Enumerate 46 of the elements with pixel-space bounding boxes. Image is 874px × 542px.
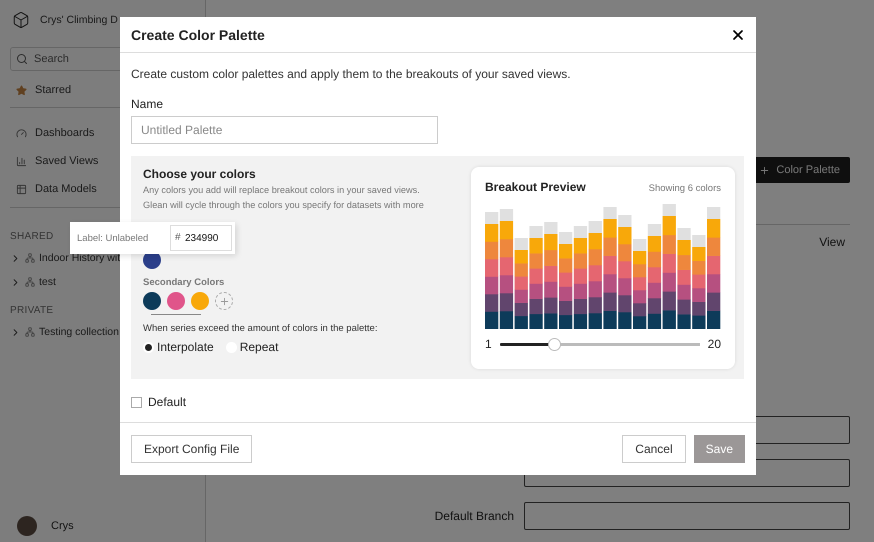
field-label: Default Branch <box>434 509 514 523</box>
collection-icon <box>25 327 35 337</box>
table-icon <box>16 184 27 194</box>
star-icon <box>16 84 27 96</box>
export-button[interactable]: Export Config File <box>131 435 252 463</box>
collection-icon <box>25 253 35 263</box>
tree-item[interactable]: Testing collection <box>10 321 119 343</box>
view-label: View <box>819 235 845 249</box>
plus-icon <box>759 164 770 176</box>
workspace-name: Crys' Climbing D <box>40 14 118 26</box>
avatar <box>17 516 37 536</box>
gauge-icon <box>16 128 27 138</box>
color-swatch[interactable] <box>167 292 185 310</box>
swatch-connector <box>151 312 201 315</box>
logo-icon <box>12 11 30 29</box>
name-label: Name <box>131 97 164 111</box>
preview-title: Breakout Preview <box>485 180 586 194</box>
color-swatch[interactable] <box>191 292 209 310</box>
colors-heading: Choose your colors <box>143 167 257 181</box>
hash-symbol: # <box>175 232 181 243</box>
section-heading: SHARED <box>10 231 54 244</box>
user-name: Crys <box>51 520 74 532</box>
slider-min: 1 <box>485 337 492 351</box>
add-color-button[interactable] <box>215 292 233 310</box>
dialog-title: Create Color Palette <box>131 26 265 42</box>
color-label: Label: Unlabeled <box>77 232 148 244</box>
colors-description: Any colors you add will replace breakout colors in your saved views. Glean will cycle through the colors you specify for datasets with more <box>143 184 425 212</box>
plus-icon <box>218 296 230 306</box>
color-swatch[interactable] <box>143 292 161 310</box>
cancel-button[interactable]: Cancel <box>622 435 686 463</box>
slider-thumb[interactable] <box>548 338 561 350</box>
section-heading: PRIVATE <box>10 305 54 318</box>
slider-max: 20 <box>708 337 721 351</box>
overflow-prompt: When series exceed the amount of colors in the palette: <box>143 323 378 334</box>
bars-icon <box>16 156 27 166</box>
name-input[interactable]: Untitled Palette <box>131 116 438 144</box>
color-count: Showing 6 colors <box>648 183 721 194</box>
radio-option[interactable]: Repeat <box>226 340 278 354</box>
secondary-heading: Secondary Colors <box>143 277 226 288</box>
default-checkbox[interactable]: Default <box>131 395 744 409</box>
search-icon <box>16 53 28 65</box>
tree-item[interactable]: test <box>10 271 56 293</box>
text-input[interactable] <box>524 502 850 530</box>
collection-icon <box>25 277 35 287</box>
radio-option[interactable]: Interpolate <box>143 340 214 354</box>
tree-item[interactable]: Indoor History wit <box>10 247 120 269</box>
